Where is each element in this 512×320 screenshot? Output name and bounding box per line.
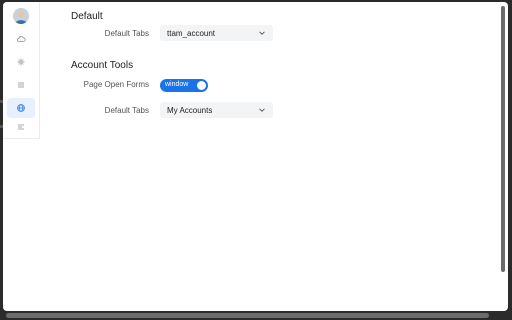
cloud-icon	[17, 36, 26, 42]
horizontal-scrollbar[interactable]	[6, 313, 489, 318]
default-tabs-select[interactable]: ttam_account	[160, 25, 273, 41]
account-default-tabs-value: My Accounts	[167, 105, 213, 115]
page-open-forms-toggle[interactable]: window	[160, 79, 208, 92]
sidebar	[3, 2, 40, 139]
section-title-account-tools: Account Tools	[71, 60, 134, 71]
globe-icon	[17, 104, 25, 112]
settings-window: Default Default Tabs ttam_account Accoun…	[3, 2, 508, 311]
default-tabs-value: ttam_account	[167, 28, 216, 38]
account-default-tabs-label: Default Tabs	[104, 106, 149, 115]
account-default-tabs-select[interactable]: My Accounts	[160, 102, 273, 118]
sidebar-item-settings-list[interactable]	[7, 117, 35, 137]
chevron-down-icon	[259, 31, 265, 35]
sidebar-item-cloud[interactable]	[7, 29, 35, 49]
toggle-label: window	[165, 81, 189, 88]
toggle-knob	[197, 81, 206, 90]
vertical-scrollbar[interactable]	[501, 6, 505, 272]
default-tabs-label: Default Tabs	[104, 29, 149, 38]
settings-list-icon	[18, 124, 24, 130]
user-avatar-icon	[13, 8, 29, 24]
app-frame: Default Default Tabs ttam_account Accoun…	[0, 0, 512, 320]
sidebar-item-globe[interactable]	[7, 98, 35, 118]
avatar[interactable]	[13, 8, 29, 24]
sidebar-item-sparkle[interactable]	[7, 52, 35, 72]
page-open-forms-label: Page Open Forms	[83, 80, 149, 89]
settings-content: Default Default Tabs ttam_account Accoun…	[3, 2, 508, 311]
section-title-default: Default	[71, 11, 103, 22]
sidebar-item-list[interactable]	[7, 75, 35, 95]
list-icon	[18, 82, 24, 88]
sparkle-icon	[17, 58, 25, 66]
chevron-down-icon	[259, 108, 265, 112]
